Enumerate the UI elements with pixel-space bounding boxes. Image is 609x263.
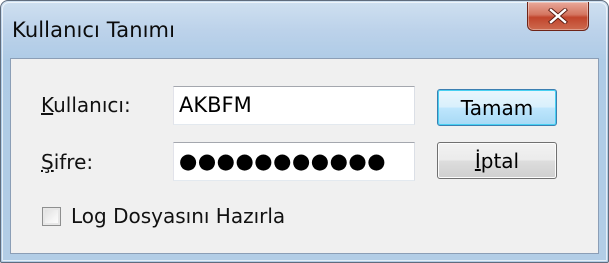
password-label-text: ifre: xyxy=(53,150,94,174)
password-label-accelerator: Ş xyxy=(41,150,54,174)
dialog-body: Kullanıcı: AKBFM Şifre: ●●●●●●●●●●● Log … xyxy=(10,58,599,254)
user-label-accelerator: K xyxy=(41,93,54,117)
user-input[interactable]: AKBFM xyxy=(173,86,415,125)
cancel-label-text: ptal xyxy=(480,149,520,173)
window-title: Kullanıcı Tanımı xyxy=(12,18,176,42)
password-label: Şifre: xyxy=(41,150,93,174)
password-input[interactable]: ●●●●●●●●●●● xyxy=(173,142,415,181)
dialog-window: Kullanıcı Tanımı Kullanıcı: AKBFM Şifre:… xyxy=(0,0,609,263)
log-checkbox-label: Log Dosyasını Hazırla xyxy=(71,204,286,228)
user-label-text: ullanıcı: xyxy=(53,93,131,117)
cancel-button[interactable]: İptal xyxy=(437,142,557,179)
user-label: Kullanıcı: xyxy=(41,93,131,117)
log-checkbox[interactable] xyxy=(42,207,61,226)
ok-button[interactable]: Tamam xyxy=(437,89,557,126)
close-icon xyxy=(548,8,568,24)
close-button[interactable] xyxy=(527,2,589,31)
